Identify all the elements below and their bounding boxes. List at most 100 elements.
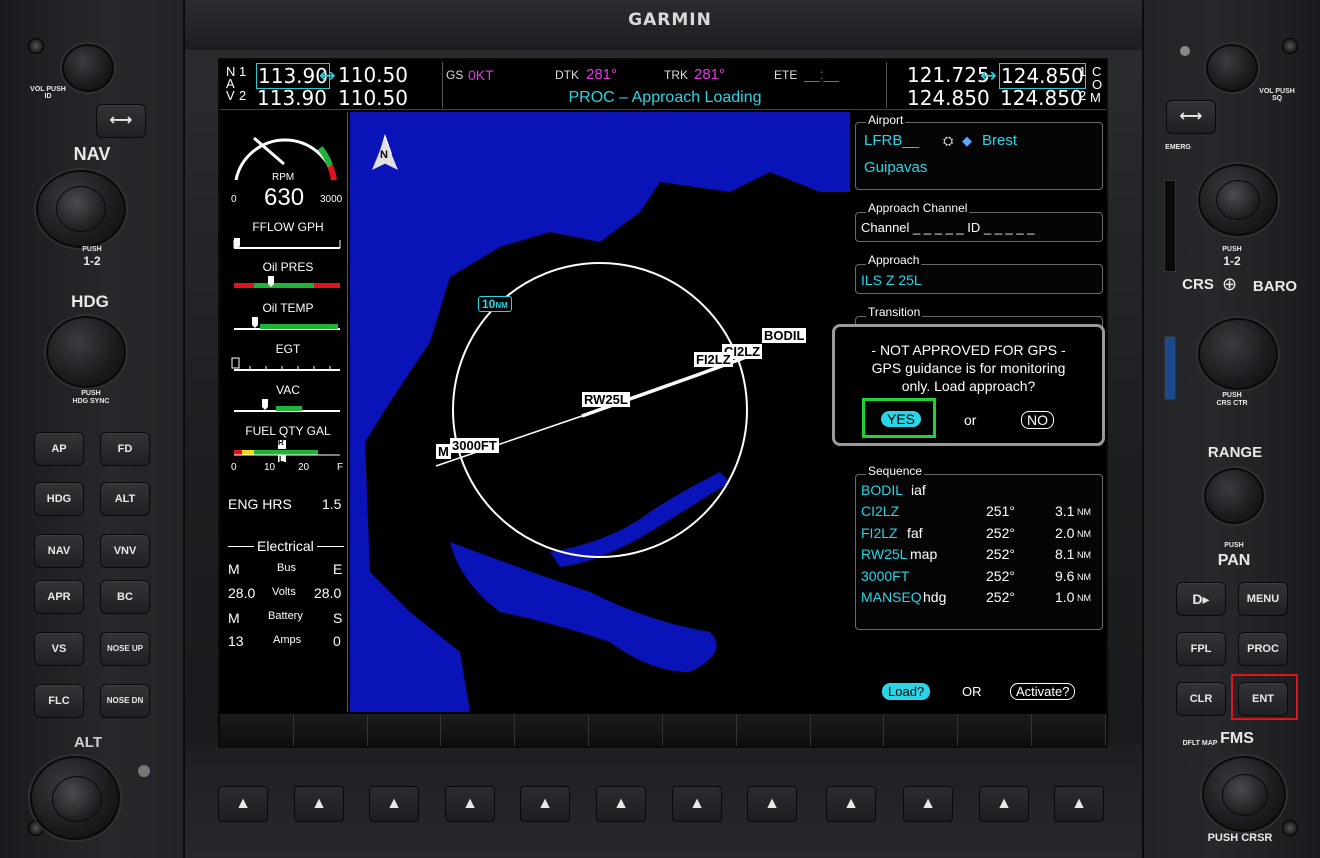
softkey-button-3[interactable]: ▲ xyxy=(369,786,419,822)
battery-right: S xyxy=(333,610,343,626)
vol-knob[interactable] xyxy=(62,44,114,92)
waypoint-bodil[interactable]: BODIL xyxy=(762,328,807,343)
moving-map[interactable]: N 10NM BODIL CI2LZ FI2LZ RW25L 3000FT M xyxy=(350,112,850,712)
com-vol-knob[interactable] xyxy=(1206,44,1258,92)
alt-button[interactable]: ALT xyxy=(100,482,150,516)
softkey-button-5[interactable]: ▲ xyxy=(520,786,570,822)
proc-button[interactable]: PROC xyxy=(1238,632,1288,666)
waypoint-manseq[interactable]: M xyxy=(436,444,451,459)
vnv-button[interactable]: VNV xyxy=(100,534,150,568)
softkey-labels xyxy=(220,714,1106,746)
fuel-mark-20: 20 xyxy=(298,462,310,473)
dialog-line-2: GPS guidance is for monitoring xyxy=(871,360,1066,376)
waypoint-rw25l[interactable]: RW25L xyxy=(582,392,630,407)
dtk-value: 281° xyxy=(586,66,618,83)
ete-label: ETE xyxy=(774,68,798,82)
fuel-mark-0: 0 xyxy=(231,462,237,473)
nav1-standby-freq[interactable]: 110.50 xyxy=(338,63,408,87)
baro-label: BARO xyxy=(1252,278,1298,295)
softkey-button-4[interactable]: ▲ xyxy=(445,786,495,822)
softkey-button-9[interactable]: ▲ xyxy=(826,786,876,822)
sequence-title: Sequence xyxy=(866,464,925,478)
yes-button[interactable]: YES xyxy=(881,411,922,427)
alt-knob[interactable] xyxy=(30,756,120,840)
approach-channel-title: Approach Channel xyxy=(866,201,970,215)
hdg-knob[interactable] xyxy=(46,316,126,388)
com-slot xyxy=(1164,180,1176,272)
clr-button[interactable]: CLR xyxy=(1176,682,1226,716)
sequence-row: RW25L map 252° 8.1 NM xyxy=(861,546,1091,562)
crs-label: CRS xyxy=(1182,276,1214,293)
range-knob[interactable] xyxy=(1204,468,1264,524)
softkey-12 xyxy=(1032,714,1106,746)
approach-value[interactable]: ILS Z 25L xyxy=(861,272,922,288)
airport-city: Brest xyxy=(982,132,1018,149)
nav-label-v: V xyxy=(226,88,235,103)
nav1-num: 1 xyxy=(239,64,247,79)
softkey-3 xyxy=(367,714,442,746)
flc-button[interactable]: FLC xyxy=(34,684,84,718)
nose-up-button[interactable]: NOSE UP xyxy=(100,632,150,666)
com1-num: 1 xyxy=(1079,64,1087,79)
fd-button[interactable]: FD xyxy=(100,432,150,466)
load-button[interactable]: Load? xyxy=(882,683,931,700)
nav-swap-arrow: ↔ xyxy=(319,63,336,87)
oil-pres-gauge xyxy=(234,276,340,288)
com-label-m: M xyxy=(1090,90,1101,105)
screw-icon xyxy=(1282,820,1298,836)
battery-label: Battery xyxy=(268,610,303,622)
softkey-button-1[interactable]: ▲ xyxy=(218,786,268,822)
com-push-label: PUSH xyxy=(1222,246,1242,253)
amps-label: Amps xyxy=(273,634,302,646)
crs-push-label: PUSH xyxy=(1222,392,1242,399)
hdg-push-label: PUSH xyxy=(81,390,101,397)
oil-temp-gauge xyxy=(234,317,340,330)
softkey-button-8[interactable]: ▲ xyxy=(747,786,797,822)
egt-label: EGT xyxy=(275,342,301,356)
sequence-list: BODIL iaf CI2LZ 251° 3.1 NM FI2LZ faf 25… xyxy=(853,482,1107,622)
nav2-standby-freq[interactable]: 110.50 xyxy=(338,86,408,110)
softkey-button-12[interactable]: ▲ xyxy=(1054,786,1104,822)
ap-button[interactable]: AP xyxy=(34,432,84,466)
com2-active-freq[interactable]: 124.850 xyxy=(1000,86,1083,110)
volts-left: 28.0 xyxy=(228,585,256,601)
hdg-button[interactable]: HDG xyxy=(34,482,84,516)
no-button[interactable]: NO xyxy=(1021,411,1054,429)
softkey-6 xyxy=(589,714,663,746)
direct-to-button[interactable]: D▸ xyxy=(1176,582,1226,616)
com1-standby-freq[interactable]: 121.725 xyxy=(907,63,990,87)
menu-button[interactable]: MENU xyxy=(1238,582,1288,616)
vs-button[interactable]: VS xyxy=(34,632,84,666)
waypoint-3000ft[interactable]: 3000FT xyxy=(450,438,499,453)
nav-push-label: PUSH xyxy=(82,246,102,253)
com-swap-arrow: ↔ xyxy=(980,63,997,87)
waypoint-fi2lz[interactable]: FI2LZ xyxy=(694,352,733,367)
softkey-button-2[interactable]: ▲ xyxy=(294,786,344,822)
nav-button[interactable]: NAV xyxy=(34,534,84,568)
crs-baro-knob[interactable] xyxy=(1198,318,1278,390)
softkey-button-7[interactable]: ▲ xyxy=(672,786,722,822)
softkey-button-6[interactable]: ▲ xyxy=(596,786,646,822)
softkey-button-10[interactable]: ▲ xyxy=(903,786,953,822)
amps-right: 0 xyxy=(333,633,341,649)
com-swap-button[interactable]: ⟷ xyxy=(1166,100,1216,134)
bus-label: Bus xyxy=(277,562,296,574)
map-range-label[interactable]: 10NM xyxy=(478,296,512,312)
north-label: N xyxy=(380,149,388,161)
vac-label: VAC xyxy=(276,383,300,397)
nav-knob[interactable] xyxy=(36,170,126,248)
nose-dn-button[interactable]: NOSE DN xyxy=(100,684,150,718)
fpl-button[interactable]: FPL xyxy=(1176,632,1226,666)
apr-button[interactable]: APR xyxy=(34,580,84,614)
electrical-label: Electrical xyxy=(254,538,317,554)
com2-standby-freq[interactable]: 124.850 xyxy=(907,86,990,110)
nav2-active-freq[interactable]: 113.90 xyxy=(257,86,327,110)
softkey-button-11[interactable]: ▲ xyxy=(979,786,1029,822)
com-knob[interactable] xyxy=(1198,164,1278,236)
dtk-label: DTK xyxy=(555,68,579,82)
bc-button[interactable]: BC xyxy=(100,580,150,614)
nav-swap-button[interactable]: ⟷ xyxy=(96,104,146,138)
airport-id[interactable]: LFRB__ xyxy=(864,132,919,149)
activate-button[interactable]: Activate? xyxy=(1010,683,1076,700)
fms-knob[interactable] xyxy=(1202,756,1286,832)
